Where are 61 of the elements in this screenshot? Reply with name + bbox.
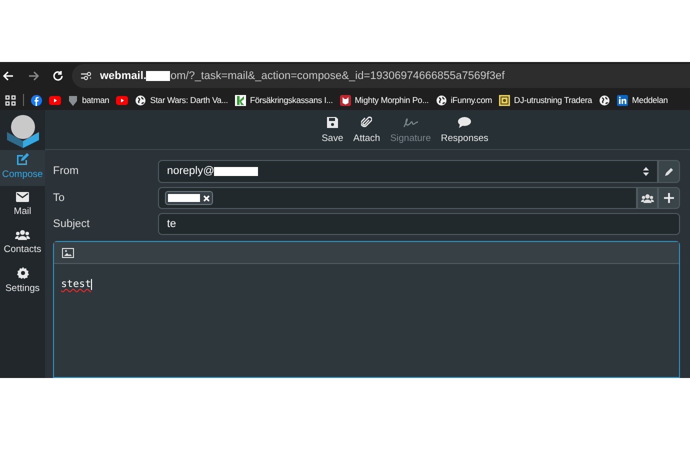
remove-icon[interactable]	[203, 194, 210, 202]
apps-grid-icon[interactable]	[5, 94, 16, 106]
site-settings-icon	[80, 71, 92, 81]
sidebar-item[interactable]: Compose	[0, 150, 45, 186]
sidebar-item[interactable]: Contacts	[0, 226, 45, 262]
redaction-mark	[214, 167, 258, 176]
play-icon[interactable]	[49, 96, 61, 104]
k-logo-icon[interactable]	[234, 94, 246, 106]
field-label: Subject	[53, 216, 91, 232]
url-text: om/?_task=mail&_action=compose&_id=19306974666855a7569f3ef	[170, 68, 505, 84]
subject-field[interactable]: te	[158, 213, 680, 235]
people-icon	[641, 194, 654, 202]
linkedin-icon[interactable]	[617, 94, 628, 106]
forward-icon[interactable]	[28, 70, 40, 82]
responses-button[interactable]: Responses	[438, 116, 490, 146]
recipient-field[interactable]	[158, 187, 637, 209]
bookmark-link[interactable]: Star Wars: Darth Va...	[150, 94, 228, 106]
bookmark-link[interactable]: DJ-utrustning Tradera	[514, 94, 592, 106]
url-text: webmail.	[100, 68, 146, 84]
shield-icon[interactable]	[68, 94, 78, 106]
recipient-chip[interactable]	[165, 191, 213, 205]
sidebar-item[interactable]: Mail	[0, 188, 45, 224]
edit-identity-button[interactable]	[658, 160, 680, 183]
globe-icon[interactable]	[599, 94, 610, 106]
bookmark-link[interactable]: iFunny.com	[450, 94, 492, 106]
globe-icon[interactable]	[135, 94, 146, 106]
cat-icon[interactable]	[340, 94, 351, 106]
address-bar[interactable]: webmail. om/?_task=mail&_action=compose&_id=19306974666855a7569f3ef	[72, 64, 690, 88]
add-recipient-button[interactable]	[658, 187, 680, 209]
message-editor[interactable]: stest	[53, 241, 680, 378]
address-book-button[interactable]	[637, 187, 658, 209]
save-button[interactable]: Save	[320, 116, 346, 146]
speech-bubble-icon	[458, 116, 472, 128]
globe-icon[interactable]	[436, 94, 447, 106]
edit-icon	[16, 153, 29, 166]
attach-button[interactable]: Attach	[351, 116, 382, 146]
sidebar-item[interactable]: Settings	[0, 264, 45, 300]
people-icon	[15, 230, 30, 240]
redaction-mark	[168, 194, 200, 202]
message-body-text: stest	[61, 279, 92, 290]
paperclip-icon	[361, 116, 372, 128]
bookmark-link[interactable]: batman	[82, 94, 110, 106]
redaction-mark	[146, 71, 170, 81]
reload-icon[interactable]	[52, 70, 64, 82]
facebook-icon[interactable]	[31, 94, 42, 106]
bookmark-link[interactable]: Meddelan	[632, 94, 668, 106]
gear-icon	[16, 267, 28, 280]
image-icon[interactable]	[62, 248, 74, 258]
pencil-icon	[664, 166, 674, 176]
field-label: To	[53, 190, 66, 206]
pattern-icon[interactable]	[499, 94, 510, 106]
from-select[interactable]: noreply@	[158, 160, 658, 183]
field-label: From	[53, 164, 80, 180]
bookmark-link[interactable]: Mighty Morphin Po...	[354, 94, 429, 106]
signature-icon	[402, 118, 419, 128]
bookmark-link[interactable]: Försäkringskassans I...	[250, 94, 333, 106]
plus-icon	[664, 193, 674, 203]
back-icon[interactable]	[2, 70, 14, 82]
envelope-icon	[16, 192, 29, 202]
select-arrows-icon	[643, 167, 649, 176]
play-icon[interactable]	[116, 96, 128, 104]
